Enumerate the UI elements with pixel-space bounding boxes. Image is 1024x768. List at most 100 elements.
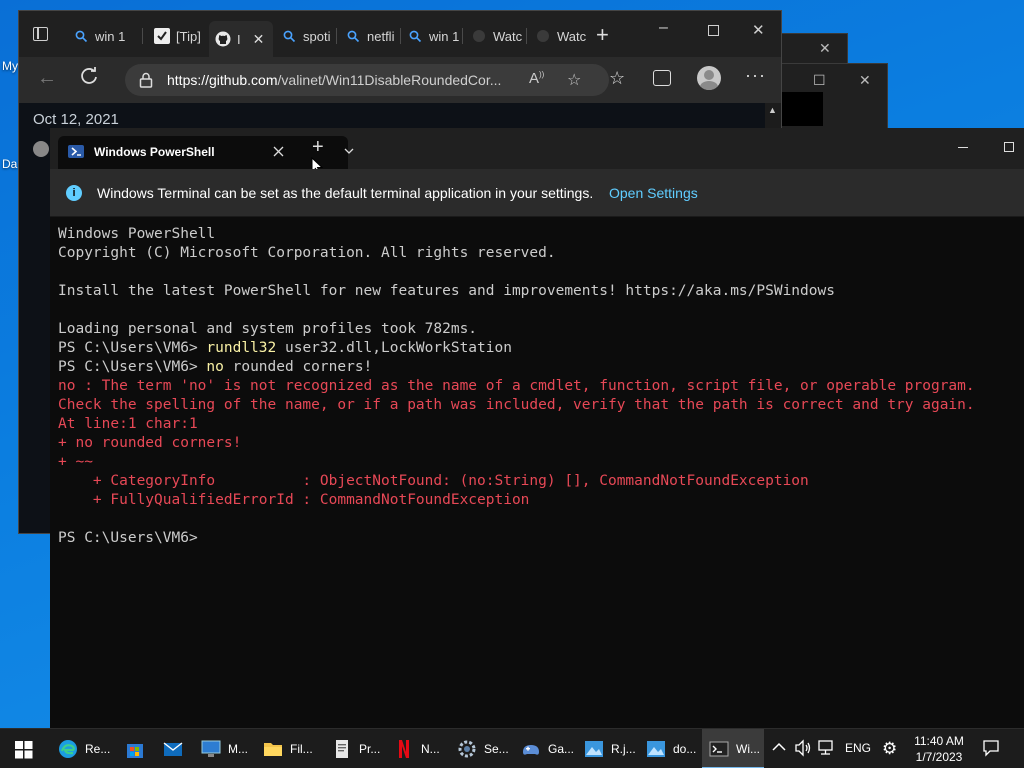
favorites-icon[interactable]: ☆ — [609, 68, 625, 89]
browser-tab[interactable]: netfli — [345, 23, 401, 49]
tab-actions-icon[interactable] — [33, 27, 48, 41]
chevron-down-icon[interactable] — [344, 142, 354, 160]
volume-icon[interactable] — [794, 739, 812, 760]
console-line: + no rounded corners! — [58, 435, 242, 451]
powershell-icon — [68, 145, 84, 158]
desktop-icon-label[interactable]: My — [2, 59, 18, 73]
refresh-button[interactable] — [79, 66, 99, 91]
more-menu-icon[interactable]: ··· — [745, 65, 766, 86]
taskbar-app-label: Ga... — [548, 742, 575, 756]
taskbar-app[interactable] — [118, 729, 150, 768]
taskbar-app[interactable]: R.j... — [577, 729, 636, 768]
browser-tab[interactable]: spoti — [281, 23, 337, 49]
close-tab-icon[interactable] — [268, 141, 290, 163]
browser-tab[interactable]: win 1 — [73, 23, 143, 49]
store-icon — [124, 738, 146, 760]
mail-icon — [162, 738, 184, 760]
taskbar-app-label: N... — [421, 742, 440, 756]
taskbar-app[interactable]: M... — [194, 729, 250, 768]
taskbar-app-label: do... — [673, 742, 697, 756]
command-args: user32.dll,LockWorkStation — [276, 340, 512, 356]
new-tab-button[interactable]: + — [596, 22, 609, 48]
info-message: Windows Terminal can be set as the defau… — [97, 185, 594, 201]
check-logo-icon — [154, 28, 170, 44]
github-icon — [215, 31, 231, 47]
browser-tab[interactable]: Watc — [471, 23, 527, 49]
browser-tab[interactable]: win 1 — [407, 23, 463, 49]
search-icon — [281, 28, 297, 44]
browser-tab-label: win 1 — [429, 28, 460, 44]
browser-tab[interactable]: [Tip] — [154, 23, 210, 49]
add-favorite-icon[interactable]: ☆ — [567, 70, 581, 90]
new-tab-button[interactable]: + — [312, 136, 324, 159]
chevron-up-icon[interactable] — [772, 740, 786, 755]
address-bar[interactable]: https://github.com/valinet/Win11DisableR… — [125, 64, 609, 96]
profile-avatar-icon[interactable] — [697, 66, 721, 90]
collections-icon[interactable] — [653, 70, 671, 86]
taskbar-app-label: Re... — [85, 742, 111, 756]
browser-tab-label: spoti — [303, 28, 331, 44]
taskbar-app[interactable]: Ga... — [514, 729, 574, 768]
scroll-up-icon[interactable]: ▲ — [768, 105, 777, 115]
taskbar-app[interactable]: N... — [387, 729, 443, 768]
background-window[interactable]: ☐ ✕ — [780, 63, 888, 133]
notification-icon[interactable] — [982, 739, 1000, 760]
close-button[interactable]: ✕ — [752, 21, 765, 39]
terminal-tab[interactable]: Windows PowerShell — [58, 136, 348, 175]
minimize-button[interactable] — [958, 147, 968, 148]
browser-tab-label: netfli — [367, 28, 395, 44]
folder-icon — [262, 738, 284, 760]
clock[interactable]: 11:40 AM 1/7/2023 — [906, 733, 972, 765]
console-line: Windows PowerShell — [58, 226, 216, 242]
language-indicator[interactable]: ENG — [845, 741, 871, 755]
taskbar-app[interactable]: Pr... — [325, 729, 381, 768]
terminal-title-bar: Windows PowerShell + — [50, 128, 1024, 175]
terminal-window[interactable]: Windows PowerShell + i Windows Terminal … — [50, 128, 1024, 728]
lock-icon[interactable] — [139, 72, 153, 93]
console-line: Copyright (C) Microsoft Corporation. All… — [58, 245, 556, 261]
taskbar-app[interactable]: do... — [639, 729, 697, 768]
taskbar-app[interactable]: Re... — [51, 729, 113, 768]
browser-tab[interactable]: Watc — [535, 23, 587, 49]
avatar[interactable] — [33, 141, 49, 157]
console-line: PS C:\Users\VM6> rundll32 user32.dll,Loc… — [58, 339, 1018, 358]
close-tab-icon[interactable]: ✕ — [253, 31, 265, 48]
info-icon: i — [66, 185, 82, 201]
back-button[interactable]: ← — [37, 67, 57, 90]
browser-tab-active[interactable]: I ✕ — [209, 21, 273, 57]
gear-icon[interactable]: ⚙ — [882, 739, 897, 759]
info-bar: i Windows Terminal can be set as the def… — [50, 169, 1024, 217]
command-name: rundll32 — [206, 340, 277, 356]
taskbar-app[interactable] — [156, 729, 188, 768]
window-content — [781, 92, 823, 126]
circle-icon — [535, 28, 551, 44]
browser-toolbar: ← https://github.com/valinet/Win11Disabl… — [19, 57, 781, 103]
network-icon[interactable] — [818, 740, 836, 759]
start-button[interactable] — [15, 741, 33, 764]
browser-tab-label: Watc — [557, 28, 587, 44]
url-text[interactable]: https://github.com/valinet/Win11DisableR… — [167, 72, 507, 88]
close-icon[interactable]: ✕ — [859, 72, 871, 89]
minimize-button[interactable]: – — [659, 19, 668, 37]
maximize-icon[interactable]: ☐ — [813, 72, 826, 89]
taskbar-app[interactable]: Fil... — [256, 729, 318, 768]
read-aloud-icon[interactable]: A)) — [529, 70, 544, 87]
console-output[interactable]: Windows PowerShell Copyright (C) Microsof… — [58, 225, 1018, 548]
maximize-button[interactable] — [708, 25, 719, 36]
taskbar-app[interactable]: Wi... — [702, 729, 764, 768]
commit-date: Oct 12, 2021 — [33, 111, 119, 128]
search-icon — [345, 28, 361, 44]
taskbar-app[interactable]: Se... — [450, 729, 509, 768]
monitor-icon — [200, 738, 222, 760]
circle-icon — [471, 28, 487, 44]
close-icon[interactable]: ✕ — [819, 40, 831, 57]
taskbar: Re... M... Fil... Pr... N... Se... Ga... R.j...… — [0, 728, 1024, 768]
open-settings-link[interactable]: Open Settings — [609, 185, 698, 201]
maximize-button[interactable] — [1004, 142, 1014, 152]
desktop-icon-label[interactable]: Da — [2, 157, 17, 171]
console-line: PS C:\Users\VM6> — [58, 530, 198, 546]
taskbar-app-label: Se... — [484, 742, 509, 756]
console-line: no : The term 'no' is not recognized as … — [58, 378, 975, 394]
